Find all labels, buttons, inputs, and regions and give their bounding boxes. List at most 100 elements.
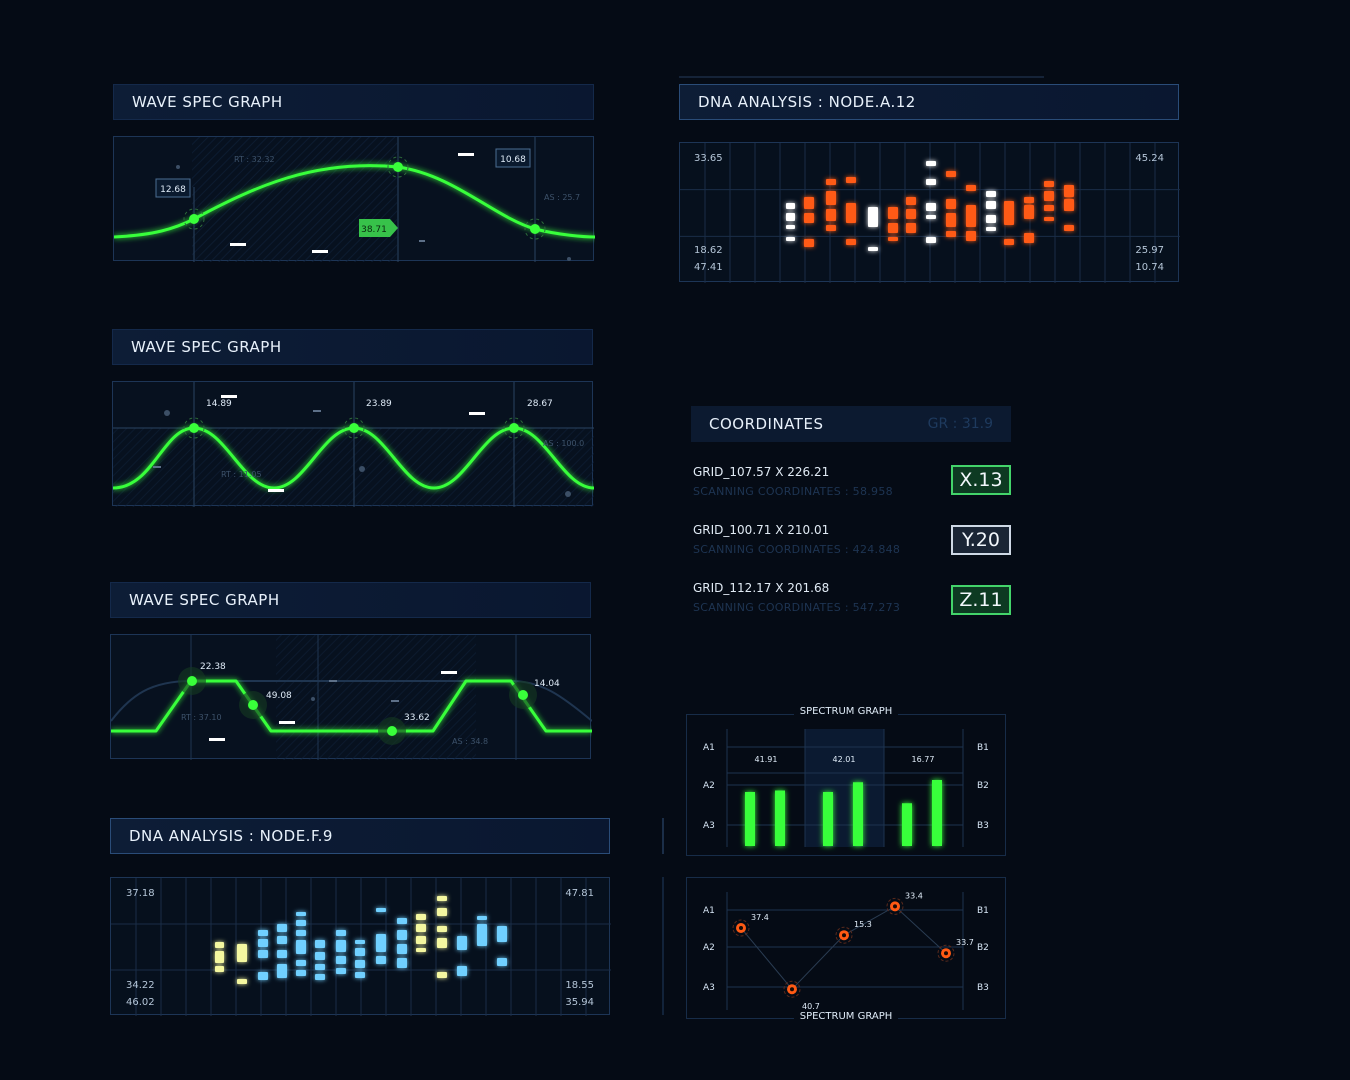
wave2-title: WAVE SPEC GRAPH bbox=[131, 338, 282, 356]
spectrum-bar-right-label: B1 bbox=[977, 743, 989, 753]
dna-a-corner-tl: 33.65 bbox=[694, 153, 723, 164]
spectrum-bar-right-label: B2 bbox=[977, 781, 989, 791]
coord-row-1-grid: GRID_107.57 X 226.21 bbox=[693, 465, 830, 479]
wave3-graph: 22.38 49.08 33.62 14.04 RT : 37.10 AS : … bbox=[110, 635, 593, 760]
spectrum-bar-left-label: A3 bbox=[703, 821, 715, 831]
spectrum-scatter-label: 37.4 bbox=[751, 913, 769, 922]
spectrum-scatter-left-label: A3 bbox=[703, 983, 715, 993]
dna-segment bbox=[804, 213, 814, 223]
dna-segment bbox=[1064, 225, 1074, 231]
spectrum-scatter-point-core bbox=[739, 926, 743, 930]
dna-f-corner-bl2: 46.02 bbox=[126, 997, 155, 1008]
dna-segment bbox=[926, 237, 936, 243]
dna-a-corner-bl1: 18.62 bbox=[694, 245, 723, 256]
dna-segment bbox=[786, 225, 795, 229]
dna-segment bbox=[926, 161, 936, 166]
wave2-graph: 14.89 23.89 28.67 RT : 11.05 AS : 100.0 bbox=[112, 382, 595, 507]
wave3-header: WAVE SPEC GRAPH bbox=[110, 582, 591, 618]
dna-segment bbox=[296, 940, 306, 954]
wave3-title: WAVE SPEC GRAPH bbox=[129, 591, 280, 609]
wave2-panel: 14.89 23.89 28.67 RT : 11.05 AS : 100.0 bbox=[112, 381, 595, 507]
dna-segment bbox=[237, 979, 247, 984]
dna-segment bbox=[804, 197, 814, 209]
spectrum-bar-title-wrap: SPECTRUM GRAPH bbox=[686, 706, 1006, 717]
dna-segment bbox=[1064, 199, 1074, 211]
spectrum-bar-category-label: 42.01 bbox=[833, 755, 856, 764]
dna-f-header: DNA ANALYSIS : NODE.F.9 bbox=[110, 818, 610, 854]
dna-segment bbox=[786, 237, 795, 241]
dna-segment bbox=[336, 940, 346, 952]
dna-a-corner-bl2: 47.41 bbox=[694, 262, 723, 273]
dna-segment bbox=[315, 940, 325, 948]
dna-segment bbox=[376, 908, 386, 912]
dna-segment bbox=[355, 948, 365, 956]
spectrum-bar-chart: 41.91 42.01 16.77 A1 B1 A2 B2 A3 B3 bbox=[703, 729, 989, 847]
dna-segment bbox=[258, 939, 268, 947]
wave2-header: WAVE SPEC GRAPH bbox=[112, 329, 593, 365]
dna-segment bbox=[296, 920, 306, 926]
wave3-node bbox=[509, 681, 537, 709]
dna-segment bbox=[1024, 197, 1034, 203]
dna-segment bbox=[906, 197, 916, 205]
wave3-value-p1: 22.38 bbox=[200, 662, 226, 672]
spectrum-scatter-point-core bbox=[790, 987, 794, 992]
dna-segment bbox=[497, 926, 507, 942]
dna-a-corner-tr: 45.24 bbox=[1135, 153, 1164, 164]
dna-segment bbox=[786, 203, 795, 209]
spectrum-divider bbox=[662, 818, 664, 854]
dna-segment bbox=[215, 966, 224, 972]
spectrum-scatter-label: 15.3 bbox=[854, 920, 872, 929]
spectrum-scatter-left-label: A1 bbox=[703, 906, 715, 916]
dna-segment bbox=[437, 972, 447, 978]
dna-segment bbox=[215, 942, 224, 948]
dna-segment bbox=[1044, 217, 1054, 221]
dna-segment bbox=[826, 209, 836, 221]
dna-segment bbox=[846, 239, 856, 245]
spectrum-scatter-title-wrap: SPECTRUM GRAPH bbox=[686, 1011, 1006, 1022]
wave3-rt: RT : 37.10 bbox=[181, 713, 222, 722]
dna-a-chart bbox=[680, 143, 1180, 283]
dna-segment bbox=[296, 912, 306, 916]
dna-segment bbox=[868, 247, 878, 251]
dna-segment bbox=[946, 231, 956, 237]
wave2-value-p2: 23.89 bbox=[366, 399, 392, 409]
coord-row-2-scan: SCANNING COORDINATES : 424.848 bbox=[693, 543, 901, 556]
coord-badge-x[interactable]: X.13 bbox=[951, 465, 1011, 495]
dna-f-corner-tl: 37.18 bbox=[126, 888, 155, 899]
coord-badge-y[interactable]: Y.20 bbox=[951, 525, 1011, 555]
spectrum-bar-panel: 41.91 42.01 16.77 A1 B1 A2 B2 A3 B3 bbox=[686, 714, 1006, 856]
spectrum-divider-lower bbox=[662, 877, 664, 1015]
coord-row-2-grid: GRID_100.71 X 210.01 bbox=[693, 523, 830, 537]
spectrum-scatter-point-core bbox=[944, 951, 948, 956]
dna-segment bbox=[416, 948, 426, 952]
spectrum-bar bbox=[823, 792, 833, 846]
dna-f-corner-tr: 47.81 bbox=[565, 888, 594, 899]
wave1-tag-p1: 12.68 bbox=[155, 178, 191, 198]
dna-segment bbox=[1004, 239, 1014, 245]
dna-segment bbox=[497, 958, 507, 966]
dna-segment bbox=[986, 201, 996, 209]
dna-segment bbox=[416, 924, 426, 932]
spectrum-scatter-right-label: B2 bbox=[977, 943, 989, 953]
svg-text:38.71: 38.71 bbox=[361, 225, 387, 235]
spectrum-scatter-right-label: B1 bbox=[977, 906, 989, 916]
spectrum-bar bbox=[853, 782, 863, 846]
dna-segment bbox=[946, 171, 956, 177]
dna-a-corner-br1: 25.97 bbox=[1135, 245, 1164, 256]
spectrum-scatter-label: 40.7 bbox=[802, 1002, 820, 1011]
wave1-tag-p3: 38.71 bbox=[359, 219, 398, 237]
spectrum-bar-category-label: 16.77 bbox=[912, 755, 935, 764]
dna-segment bbox=[846, 177, 856, 183]
dna-segment bbox=[846, 203, 856, 223]
dna-segment bbox=[437, 938, 447, 948]
spectrum-scatter-point-core bbox=[893, 904, 897, 909]
dna-segment bbox=[906, 209, 916, 219]
coord-row-1-scan: SCANNING COORDINATES : 58.958 bbox=[693, 485, 893, 498]
dna-f-corner-br1: 18.55 bbox=[565, 980, 594, 991]
wave2-value-p1: 14.89 bbox=[206, 399, 232, 409]
dna-segment bbox=[888, 207, 898, 219]
dna-segment bbox=[1024, 233, 1034, 243]
wave1-title: WAVE SPEC GRAPH bbox=[132, 93, 283, 111]
coord-badge-z[interactable]: Z.11 bbox=[951, 585, 1011, 615]
dna-segment bbox=[397, 930, 407, 940]
